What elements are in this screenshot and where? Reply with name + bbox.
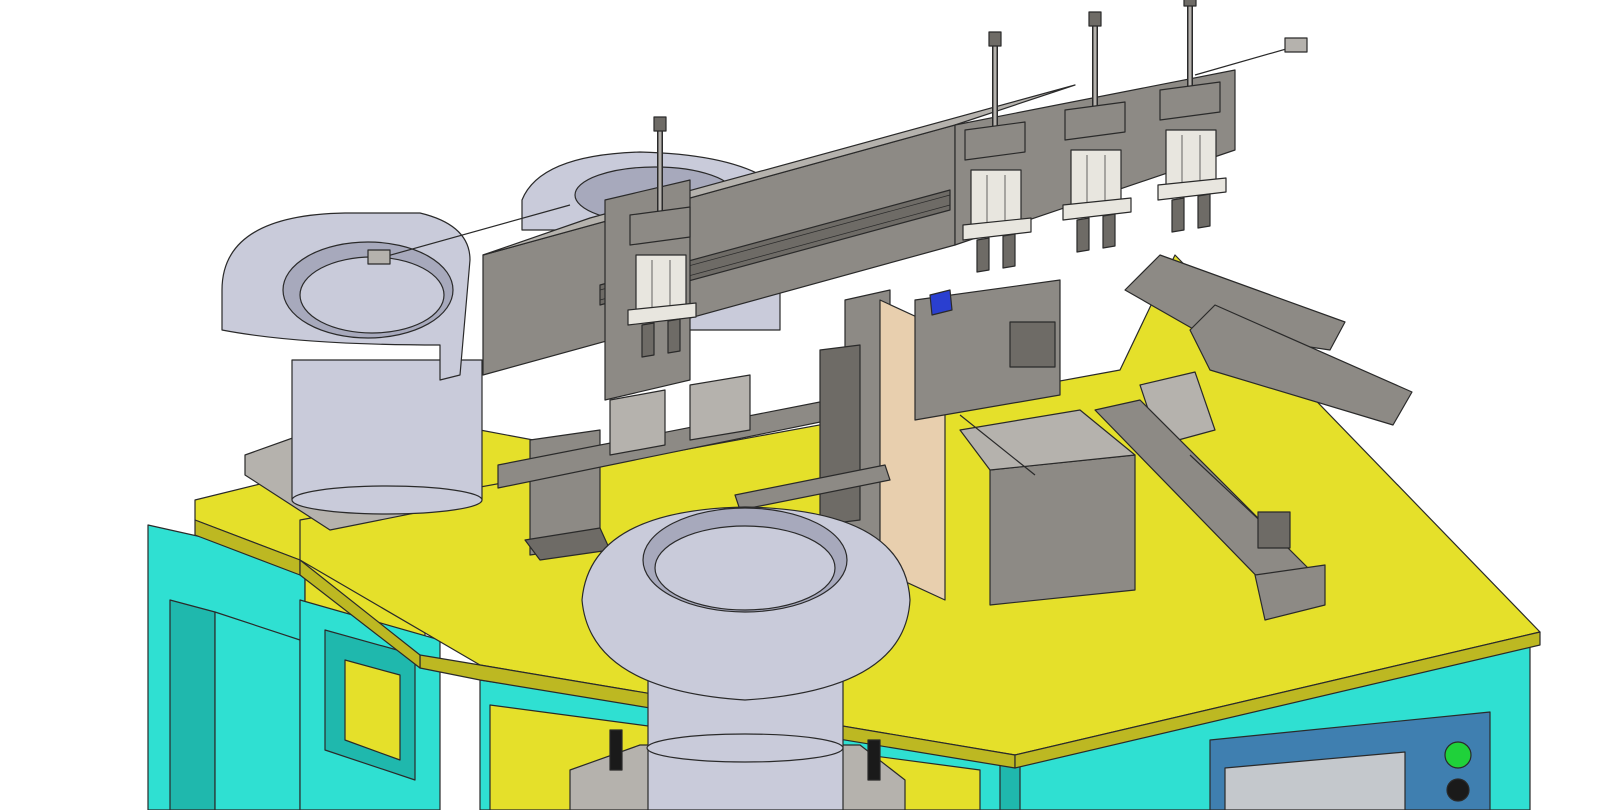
vibratory-bowl-feeder-left <box>221 212 483 531</box>
gripper-finger-right <box>667 318 681 354</box>
gripper-finger-right <box>1102 213 1116 249</box>
machine-isometric-view <box>147 0 1541 810</box>
gripper-finger-right <box>1197 193 1211 229</box>
hose-fitting-right <box>1284 37 1308 53</box>
station-fitting <box>653 116 667 132</box>
station-fitting <box>988 31 1002 47</box>
slide-station-1 <box>609 389 666 456</box>
station-fitting <box>1183 0 1197 7</box>
gripper-finger-left <box>1076 217 1090 253</box>
gripper-finger-left <box>976 237 990 273</box>
bowl-left-body <box>291 359 483 501</box>
pneumatic-cylinder-icon <box>635 254 687 311</box>
bowl-left-inner <box>299 256 445 334</box>
stepper-motor-icon <box>1009 321 1056 368</box>
frame-left-leg <box>214 611 301 810</box>
stop-button-icon[interactable] <box>1446 778 1470 802</box>
pick-station-2 <box>962 31 1032 273</box>
gripper-finger-left <box>1171 197 1185 233</box>
hose-fitting-left <box>367 249 391 265</box>
start-button-icon[interactable] <box>1444 741 1472 769</box>
center-lower-block <box>989 454 1136 606</box>
bowl-front-base-ellipse <box>646 733 844 763</box>
cad-assembly-drawing <box>0 0 1607 810</box>
pneumatic-cylinder-icon <box>970 169 1022 226</box>
station-fitting <box>1088 11 1102 27</box>
gripper-finger-right <box>1002 233 1016 269</box>
bracket-triangle <box>819 344 861 526</box>
vibratory-bowl-feeder-icon <box>569 506 911 810</box>
bowl-left-base-ellipse <box>291 485 483 515</box>
pneumatic-cylinder-icon <box>1165 129 1217 186</box>
bowl-front-inner <box>654 525 836 611</box>
blue-valve-icon <box>929 289 953 316</box>
bowl-front-bolt-left <box>609 729 623 771</box>
pick-station-3 <box>1062 11 1132 253</box>
bowl-front-bolt-right <box>867 739 881 781</box>
frame-left-inner <box>169 599 216 810</box>
air-hose-right <box>1194 44 1301 76</box>
slide-station-2 <box>689 374 751 441</box>
pneumatic-cylinder-icon <box>1070 149 1122 206</box>
gripper-finger-left <box>641 322 655 358</box>
right-pillow-block <box>1257 511 1291 549</box>
